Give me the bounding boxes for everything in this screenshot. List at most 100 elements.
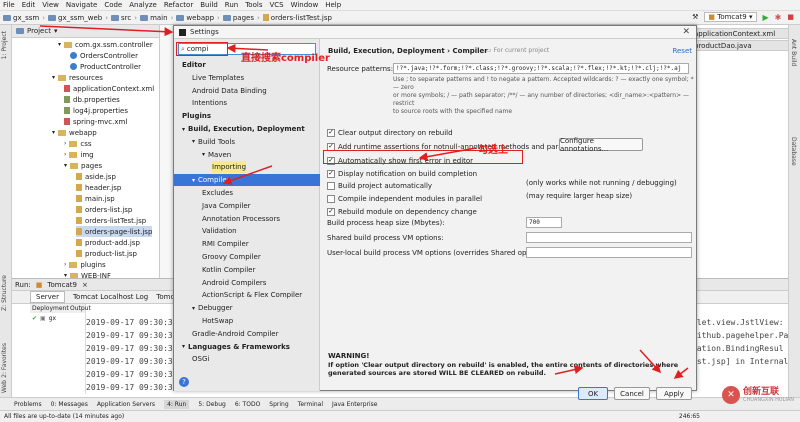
breadcrumb-item[interactable]: orders-listTest.jsp <box>262 14 332 22</box>
chevron-down-icon[interactable]: ▾ <box>182 126 185 133</box>
settings-nav-item[interactable]: Intentions <box>192 97 227 109</box>
settings-nav-item[interactable]: Android Data Binding <box>192 85 267 97</box>
menu-item-tools[interactable]: Tools <box>245 1 262 9</box>
option-checkbox[interactable]: ✓ Display notification on build completio… <box>327 168 477 179</box>
tree-item[interactable]: db.properties <box>64 94 120 105</box>
menu-item-analyze[interactable]: Analyze <box>129 1 157 9</box>
bottom-tab[interactable]: Application Servers <box>97 401 155 408</box>
tree-item[interactable]: header.jsp <box>76 182 121 193</box>
ok-button[interactable]: OK <box>578 387 608 400</box>
help-icon[interactable]: ? <box>179 377 189 387</box>
bottom-tab[interactable]: 4: Run <box>164 399 190 409</box>
bottom-tab[interactable]: 5: Debug <box>198 401 225 408</box>
settings-nav-item[interactable]: Live Templates <box>192 72 244 84</box>
user-vm-options-input[interactable] <box>526 247 692 258</box>
breadcrumb-item[interactable]: gx_ssm_web <box>48 14 102 22</box>
heap-size-input[interactable]: 700 <box>526 217 562 228</box>
tree-item[interactable]: › plugins <box>64 259 106 270</box>
settings-nav-item[interactable]: ▾ Build, Execution, Deployment <box>182 123 305 135</box>
stop-icon[interactable]: ■ <box>787 13 794 21</box>
checkbox-checked-icon[interactable]: ✓ <box>327 128 335 137</box>
run-tab-localhost-log[interactable]: Tomcat Localhost Log <box>73 293 148 301</box>
shared-vm-options-input[interactable] <box>526 232 692 243</box>
checkbox-unchecked-icon[interactable] <box>327 194 335 203</box>
hammer-icon[interactable]: ⚒ <box>692 13 698 21</box>
settings-nav-item[interactable]: RMI Compiler <box>202 238 249 250</box>
chevron-down-icon[interactable]: ▾ <box>192 177 195 184</box>
bottom-tab[interactable]: Spring <box>269 401 288 408</box>
tree-item[interactable]: log4j.properties <box>64 105 128 116</box>
bottom-tab[interactable]: Java Enterprise <box>332 401 377 408</box>
settings-nav-item[interactable]: ▾ Maven <box>202 149 231 161</box>
tree-item[interactable]: main.jsp <box>76 193 115 204</box>
menu-item-help[interactable]: Help <box>325 1 341 9</box>
close-icon[interactable]: ✕ <box>682 27 690 37</box>
settings-nav-item[interactable]: ▾ Languages & Frameworks <box>182 341 290 353</box>
debug-icon[interactable]: ✱ <box>775 13 782 22</box>
breadcrumb-item[interactable]: webapp <box>176 14 214 22</box>
chevron-down-icon[interactable]: ▾ <box>182 343 185 350</box>
tool-tab-ant[interactable]: Ant Build <box>790 39 797 66</box>
menu-item-build[interactable]: Build <box>200 1 218 9</box>
configure-annotations-button[interactable]: Configure annotations... <box>559 137 643 153</box>
tree-item[interactable]: ▾ resources <box>52 72 103 83</box>
apply-button[interactable]: Apply <box>656 387 692 400</box>
settings-nav-item[interactable]: Importing <box>212 161 247 174</box>
settings-nav-item[interactable]: Plugins <box>182 110 211 122</box>
chevron-icon[interactable]: ▾ <box>52 74 55 81</box>
chevron-icon[interactable]: ▾ <box>58 41 61 48</box>
run-config-tab[interactable]: Tomcat9 <box>47 281 77 289</box>
menu-item-window[interactable]: Window <box>291 1 319 9</box>
menu-item-run[interactable]: Run <box>225 1 238 9</box>
menu-item-refactor[interactable]: Refactor <box>164 1 193 9</box>
settings-nav-item[interactable]: Editor <box>182 59 206 71</box>
chevron-icon[interactable]: ▾ <box>52 129 55 136</box>
tool-tab-database[interactable]: Database <box>790 137 797 166</box>
option-checkbox[interactable]: ✓ Clear output directory on rebuild <box>327 127 453 138</box>
editor-tab-productdao[interactable]: productDao.java <box>688 40 790 51</box>
tool-tab-structure[interactable]: Z: Structure <box>1 275 8 311</box>
close-icon[interactable]: × <box>82 281 88 289</box>
tree-item[interactable]: product-list.jsp <box>76 248 137 259</box>
menu-item-view[interactable]: View <box>42 1 59 9</box>
settings-nav-item[interactable]: OSGi <box>192 353 209 365</box>
checkbox-unchecked-icon[interactable] <box>327 181 335 190</box>
tree-item[interactable]: ▾ webapp <box>52 127 97 138</box>
option-checkbox[interactable]: Compile independent modules in parallel <box>327 193 482 204</box>
run-icon[interactable]: ▶ <box>763 13 769 22</box>
resource-patterns-input[interactable]: !?*.java;!?*.form;!?*.class;!?*.groovy;!… <box>393 63 689 74</box>
settings-nav-item[interactable]: Android Compilers <box>202 277 266 289</box>
menu-item-edit[interactable]: Edit <box>22 1 36 9</box>
breadcrumb-item[interactable]: gx_ssm <box>3 14 39 22</box>
settings-nav-item[interactable]: Annotation Processors <box>202 213 280 225</box>
chevron-down-icon[interactable]: ▾ <box>54 27 58 35</box>
tree-item[interactable]: orders-page-list.jsp <box>76 226 153 237</box>
checkbox-checked-icon[interactable]: ✓ <box>327 207 335 216</box>
tree-item[interactable]: orders-list.jsp <box>76 204 132 215</box>
tree-item[interactable]: aside.jsp <box>76 171 116 182</box>
settings-nav-item[interactable]: Gradle-Android Compiler <box>192 328 278 340</box>
run-config-select[interactable]: ■ Tomcat9 ▾ <box>704 12 757 22</box>
settings-nav-item[interactable]: Kotlin Compiler <box>202 264 255 276</box>
settings-nav-item[interactable]: ▾ Build Tools <box>192 136 235 148</box>
chevron-down-icon[interactable]: ▾ <box>192 138 195 145</box>
project-panel-title[interactable]: Project <box>27 27 51 35</box>
option-checkbox[interactable]: ✓ Rebuild module on dependency change <box>327 206 477 217</box>
tree-item[interactable]: applicationContext.xml <box>64 83 154 94</box>
checkbox-checked-icon[interactable]: ✓ <box>327 169 335 178</box>
tree-item[interactable]: › img <box>64 149 94 160</box>
tool-tab-project[interactable]: 1: Project <box>1 31 8 59</box>
tree-item[interactable]: orders-listTest.jsp <box>76 215 146 226</box>
tree-item[interactable]: ▾ com.gx.ssm.controller <box>58 39 153 50</box>
settings-nav-item[interactable]: ActionScript & Flex Compiler <box>202 289 302 301</box>
bottom-tab[interactable]: 0: Messages <box>51 401 88 408</box>
settings-nav-item[interactable]: Validation <box>202 225 237 237</box>
chevron-down-icon[interactable]: ▾ <box>192 305 195 312</box>
menu-item-vcs[interactable]: VCS <box>269 1 283 9</box>
editor-tab-applicationcontext[interactable]: applicationContext.xml <box>688 28 790 39</box>
bottom-tab[interactable]: Terminal <box>298 401 323 408</box>
chevron-icon[interactable]: › <box>64 151 66 158</box>
tree-item[interactable]: OrdersController <box>70 50 138 61</box>
chevron-down-icon[interactable]: ▾ <box>202 151 205 158</box>
cancel-button[interactable]: Cancel <box>614 387 650 400</box>
